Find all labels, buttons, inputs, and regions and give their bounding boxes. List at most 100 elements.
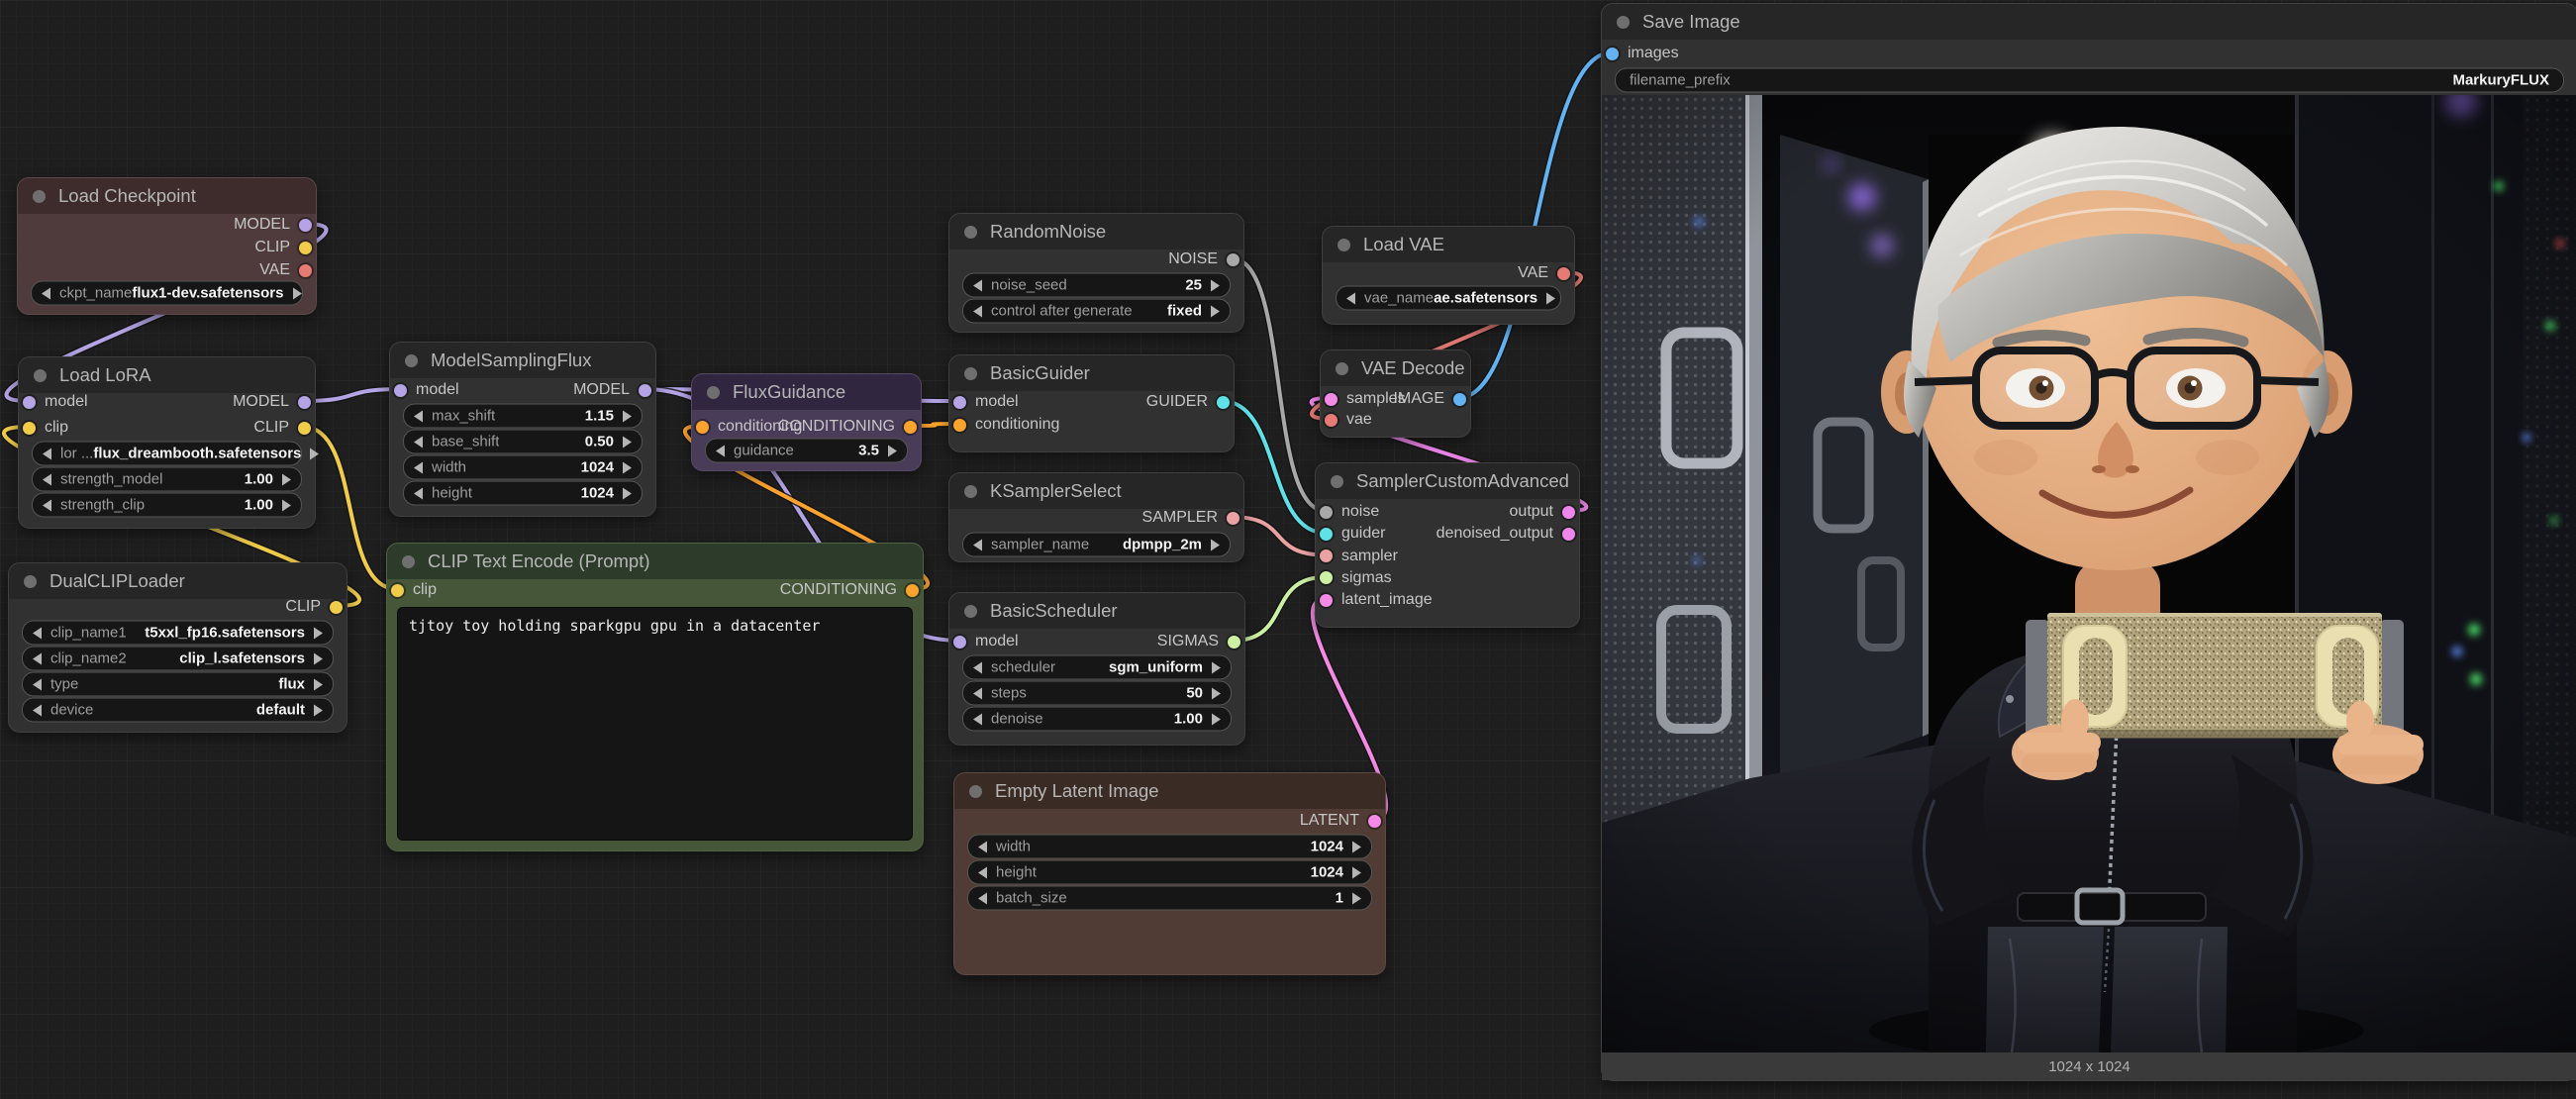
collapse-dot-icon[interactable]: [24, 575, 37, 588]
input-port-model[interactable]: [953, 396, 966, 409]
widget-width[interactable]: width1024: [967, 835, 1372, 859]
output-port-MODEL[interactable]: [299, 219, 312, 232]
node-header-load_lora[interactable]: Load LoRA: [19, 357, 315, 393]
node-dual_clip_loader[interactable]: DualCLIPLoaderCLIPclip_name1t5xxl_fp16.s…: [8, 562, 347, 733]
node-save_image[interactable]: Save Imageimagesfilename_prefixMarkuryFL…: [1601, 3, 2576, 1081]
decrement-arrow-icon[interactable]: [43, 448, 51, 459]
input-port-model[interactable]: [953, 636, 966, 649]
input-port-conditioning[interactable]: [696, 421, 709, 434]
node-sampler_custom_advanced[interactable]: SamplerCustomAdvancednoiseoutputguiderde…: [1315, 462, 1580, 628]
node-header-clip_text_encode[interactable]: CLIP Text Encode (Prompt): [387, 544, 923, 579]
node-header-flux_guidance[interactable]: FluxGuidance: [692, 374, 921, 410]
collapse-dot-icon[interactable]: [964, 485, 977, 498]
output-port-NOISE[interactable]: [1227, 253, 1239, 266]
node-load_lora[interactable]: Load LoRAmodelMODELclipCLIPlor ...flux_d…: [18, 356, 316, 529]
increment-arrow-icon[interactable]: [293, 287, 302, 299]
collapse-dot-icon[interactable]: [1336, 362, 1348, 375]
widget-height[interactable]: height1024: [967, 860, 1372, 885]
decrement-arrow-icon[interactable]: [43, 499, 51, 511]
input-port-vae[interactable]: [1325, 414, 1338, 427]
node-load_vae[interactable]: Load VAEVAEvae_nameae.safetensors: [1322, 226, 1575, 325]
node-header-save_image[interactable]: Save Image: [1602, 4, 2576, 40]
increment-arrow-icon[interactable]: [314, 678, 323, 690]
input-port-sampler[interactable]: [1320, 550, 1333, 562]
collapse-dot-icon[interactable]: [964, 605, 977, 618]
decrement-arrow-icon[interactable]: [978, 892, 987, 904]
widget-strength-clip[interactable]: strength_clip1.00: [32, 493, 302, 518]
node-header-sampler_custom_advanced[interactable]: SamplerCustomAdvanced: [1316, 463, 1579, 499]
widget-filename-prefix[interactable]: filename_prefixMarkuryFLUX: [1615, 68, 2564, 93]
node-header-vae_decode[interactable]: VAE Decode: [1321, 350, 1470, 386]
collapse-dot-icon[interactable]: [707, 386, 720, 399]
increment-arrow-icon[interactable]: [282, 473, 291, 485]
decrement-arrow-icon[interactable]: [33, 678, 42, 690]
increment-arrow-icon[interactable]: [1546, 292, 1555, 304]
widget-strength-model[interactable]: strength_model1.00: [32, 467, 302, 492]
collapse-dot-icon[interactable]: [964, 226, 977, 239]
output-port-MODEL[interactable]: [639, 384, 651, 397]
increment-arrow-icon[interactable]: [1211, 305, 1220, 317]
widget-max-shift[interactable]: max_shift1.15: [403, 404, 643, 429]
widget-sampler-name[interactable]: sampler_namedpmpp_2m: [962, 533, 1231, 557]
increment-arrow-icon[interactable]: [623, 436, 632, 448]
decrement-arrow-icon[interactable]: [978, 866, 987, 878]
widget-width[interactable]: width1024: [403, 455, 643, 480]
widget-device[interactable]: devicedefault: [22, 698, 334, 723]
output-port-output[interactable]: [1562, 506, 1575, 519]
increment-arrow-icon[interactable]: [310, 448, 319, 459]
increment-arrow-icon[interactable]: [1211, 279, 1220, 291]
prompt-textarea[interactable]: tjtoy toy holding sparkgpu gpu in a data…: [397, 607, 913, 841]
widget-control-after-generate[interactable]: control after generatefixed: [962, 299, 1231, 324]
decrement-arrow-icon[interactable]: [973, 279, 982, 291]
graph-canvas[interactable]: Load CheckpointMODELCLIPVAEckpt_nameflux…: [0, 0, 2576, 1099]
input-port-samples[interactable]: [1325, 393, 1338, 406]
increment-arrow-icon[interactable]: [314, 704, 323, 716]
collapse-dot-icon[interactable]: [1338, 239, 1350, 251]
widget-noise-seed[interactable]: noise_seed25: [962, 273, 1231, 298]
increment-arrow-icon[interactable]: [1212, 661, 1221, 673]
collapse-dot-icon[interactable]: [34, 369, 47, 382]
node-clip_text_encode[interactable]: CLIP Text Encode (Prompt)clipCONDITIONIN…: [386, 543, 924, 851]
collapse-dot-icon[interactable]: [964, 367, 977, 380]
widget-height[interactable]: height1024: [403, 481, 643, 506]
increment-arrow-icon[interactable]: [1211, 539, 1220, 550]
collapse-dot-icon[interactable]: [405, 354, 418, 367]
decrement-arrow-icon[interactable]: [973, 713, 982, 725]
node-header-model_sampling_flux[interactable]: ModelSamplingFlux: [390, 343, 655, 378]
increment-arrow-icon[interactable]: [623, 487, 632, 499]
decrement-arrow-icon[interactable]: [42, 287, 50, 299]
node-vae_decode[interactable]: VAE DecodesamplesIMAGEvae: [1320, 350, 1471, 438]
output-port-LATENT[interactable]: [1368, 815, 1381, 828]
node-header-random_noise[interactable]: RandomNoise: [949, 214, 1243, 250]
collapse-dot-icon[interactable]: [1617, 16, 1630, 29]
node-header-basic_scheduler[interactable]: BasicScheduler: [949, 593, 1244, 629]
node-basic_scheduler[interactable]: BasicSchedulermodelSIGMASschedulersgm_un…: [948, 592, 1245, 746]
output-port-SIGMAS[interactable]: [1228, 636, 1240, 649]
increment-arrow-icon[interactable]: [314, 627, 323, 639]
node-header-ksampler_select[interactable]: KSamplerSelect: [949, 473, 1243, 509]
node-ksampler_select[interactable]: KSamplerSelectSAMPLERsampler_namedpmpp_2…: [948, 472, 1244, 562]
decrement-arrow-icon[interactable]: [414, 461, 423, 473]
decrement-arrow-icon[interactable]: [414, 487, 423, 499]
decrement-arrow-icon[interactable]: [716, 445, 725, 456]
decrement-arrow-icon[interactable]: [414, 436, 423, 448]
decrement-arrow-icon[interactable]: [33, 627, 42, 639]
input-port-clip[interactable]: [23, 422, 36, 435]
output-port-MODEL[interactable]: [298, 396, 311, 409]
widget-type[interactable]: typeflux: [22, 672, 334, 697]
increment-arrow-icon[interactable]: [282, 499, 291, 511]
decrement-arrow-icon[interactable]: [973, 305, 982, 317]
decrement-arrow-icon[interactable]: [973, 687, 982, 699]
collapse-dot-icon[interactable]: [402, 555, 415, 568]
widget-guidance[interactable]: guidance3.5: [705, 439, 908, 463]
collapse-dot-icon[interactable]: [1331, 475, 1343, 488]
input-port-guider[interactable]: [1320, 528, 1333, 541]
widget-batch-size[interactable]: batch_size1: [967, 886, 1372, 911]
decrement-arrow-icon[interactable]: [1346, 292, 1355, 304]
node-basic_guider[interactable]: BasicGuidermodelGUIDERconditioning: [948, 354, 1235, 452]
node-random_noise[interactable]: RandomNoiseNOISEnoise_seed25control afte…: [948, 213, 1244, 333]
decrement-arrow-icon[interactable]: [978, 841, 987, 852]
output-port-GUIDER[interactable]: [1217, 396, 1230, 409]
increment-arrow-icon[interactable]: [888, 445, 897, 456]
wire-ksampler_select-sampler_custom_advanced[interactable]: [1232, 517, 1326, 555]
